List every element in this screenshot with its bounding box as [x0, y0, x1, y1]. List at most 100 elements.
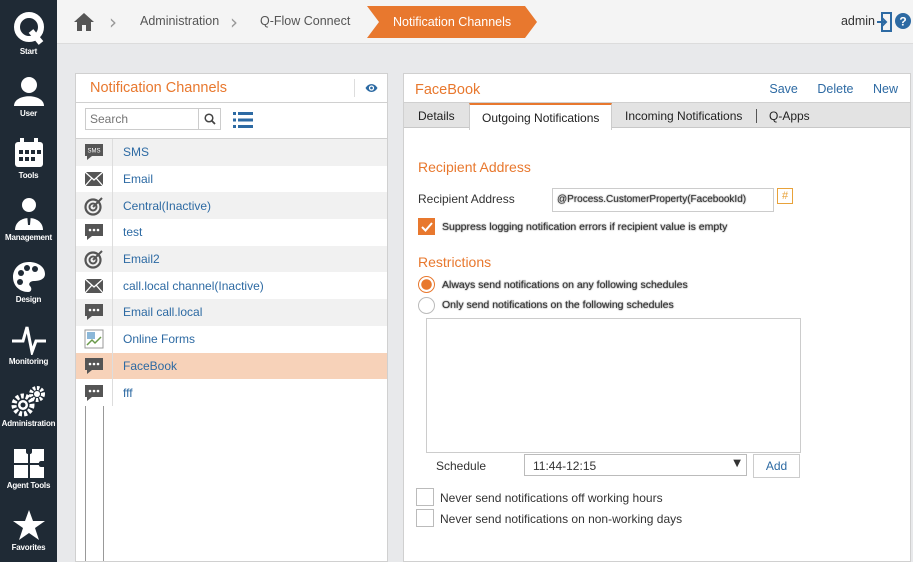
list-item-selected[interactable]: FaceBook [76, 352, 387, 380]
chat-icon [85, 357, 103, 374]
always-send-label: Always send notifications on any followi… [442, 279, 688, 291]
always-send-radio[interactable] [418, 276, 435, 293]
search-input[interactable] [86, 109, 198, 129]
only-send-label: Only send notifications on the following… [442, 299, 674, 311]
channel-name: call.local channel(Inactive) [123, 278, 264, 293]
home-icon[interactable] [73, 12, 95, 32]
nav-label: Management [5, 233, 52, 242]
nav-tools[interactable]: Tools [0, 124, 57, 186]
channel-name: SMS [123, 145, 150, 160]
breadcrumb: › Administration › Q-Flow Connect Notifi… [57, 0, 913, 44]
never-non-working-label: Never send notifications on non-working … [440, 512, 683, 526]
help-icon[interactable]: ? [894, 12, 912, 30]
tab-label: Outgoing Notifications [482, 110, 600, 125]
list-item[interactable]: Central(Inactive) [76, 192, 387, 220]
channel-name: Online Forms [123, 332, 196, 347]
nav-start[interactable]: Start [0, 0, 57, 62]
add-schedule-button[interactable]: Add [753, 454, 800, 478]
list-item[interactable]: Online Forms [76, 325, 387, 353]
only-send-radio[interactable] [418, 297, 435, 314]
list-item[interactable]: Email [76, 165, 387, 193]
envelope-icon [84, 278, 104, 294]
tab-label: Details [418, 109, 455, 123]
list-item[interactable]: Email call.local [76, 299, 387, 326]
never-non-working-checkbox[interactable] [416, 509, 434, 527]
checkmark-icon [420, 221, 433, 232]
chat-icon [85, 384, 103, 401]
nav-agent-tools[interactable]: Agent Tools [0, 434, 57, 496]
breadcrumb-administration[interactable]: Administration [140, 14, 219, 28]
nav-label: Start [19, 47, 38, 56]
chevron-right-icon: › [109, 10, 117, 34]
management-icon [14, 198, 43, 230]
nav-favorites[interactable]: Favorites [0, 496, 57, 558]
insert-variable-button[interactable]: # [777, 188, 793, 204]
list-view-icon[interactable] [233, 111, 253, 129]
chat-icon [85, 224, 103, 241]
schedule-list[interactable] [426, 318, 801, 453]
schedule-select[interactable]: 11:44-12:15 ▼ [524, 454, 747, 476]
target-icon [84, 197, 103, 216]
tab-outgoing-notifications[interactable]: Outgoing Notifications [469, 103, 612, 130]
suppress-logging-checkbox[interactable] [418, 218, 435, 235]
delete-button[interactable]: Delete [817, 82, 853, 96]
nav-label: Monitoring [8, 357, 49, 366]
puzzle-icon [13, 449, 44, 478]
list-item[interactable]: SMS SMS [76, 139, 387, 166]
channel-list: SMS SMS Email Central(Inactive) test Ema… [76, 139, 387, 406]
eye-icon[interactable] [354, 79, 382, 97]
breadcrumb-qflow-connect[interactable]: Q-Flow Connect [260, 14, 350, 28]
nav-label: Design [15, 295, 42, 304]
search-button[interactable] [198, 109, 220, 129]
nav-monitoring[interactable]: Monitoring [0, 310, 57, 372]
broken-image-icon [84, 329, 104, 349]
logout-icon[interactable] [876, 12, 892, 32]
new-button[interactable]: New [873, 82, 898, 96]
svg-text:SMS: SMS [87, 149, 100, 155]
dropdown-arrow-icon: ▼ [733, 458, 741, 469]
target-icon [84, 250, 103, 269]
breadcrumb-notification-channels[interactable]: Notification Channels [367, 6, 537, 38]
list-item[interactable]: call.local channel(Inactive) [76, 272, 387, 300]
schedule-label: Schedule [436, 459, 487, 473]
tab-bar: Details Outgoing Notifications Incoming … [404, 102, 910, 130]
chat-icon [85, 304, 103, 321]
channel-name: FaceBook [123, 358, 178, 373]
nav-label: Administration [1, 419, 56, 428]
channel-name: test [123, 225, 143, 240]
suppress-logging-label: Suppress logging notification errors if … [442, 221, 728, 233]
envelope-icon [84, 171, 104, 187]
tab-label: Q-Apps [769, 109, 810, 123]
list-item[interactable]: test [76, 219, 387, 246]
schedule-selected-value: 11:44-12:15 [533, 459, 597, 473]
calendar-icon [14, 138, 43, 167]
palette-icon [12, 262, 45, 292]
list-item[interactable]: fff [76, 379, 387, 406]
divider [76, 102, 387, 103]
recipient-address-input[interactable]: @Process.CustomerProperty(FacebookId) [552, 188, 774, 212]
nav-label: Favorites [11, 543, 46, 552]
user-name[interactable]: admin [841, 14, 875, 28]
tab-label: Incoming Notifications [625, 109, 743, 123]
channel-details-panel: FaceBook Save Delete New Details Outgoin… [403, 73, 911, 562]
section-title: Restrictions [418, 254, 492, 270]
channel-name: fff [123, 385, 133, 400]
recipient-label: Recipient Address [418, 192, 515, 206]
divider [103, 406, 104, 561]
save-button[interactable]: Save [769, 82, 798, 96]
never-off-hours-checkbox[interactable] [416, 488, 434, 506]
nav-design[interactable]: Design [0, 248, 57, 310]
breadcrumb-active-label: Notification Channels [393, 15, 512, 29]
svg-text:?: ? [899, 15, 906, 29]
tab-incoming-notifications[interactable]: Incoming Notifications [625, 103, 742, 129]
sms-icon: SMS [85, 144, 103, 161]
nav-administration[interactable]: Administration [0, 372, 57, 434]
chevron-right-icon: › [230, 10, 238, 34]
list-item[interactable]: Email2 [76, 245, 387, 273]
tab-q-apps[interactable]: Q-Apps [769, 103, 810, 129]
nav-management[interactable]: Management [0, 186, 57, 248]
nav-user[interactable]: User [0, 62, 57, 124]
channel-name: Central(Inactive) [123, 198, 212, 213]
tab-details[interactable]: Details [418, 103, 455, 129]
panel-title: FaceBook [415, 82, 481, 98]
